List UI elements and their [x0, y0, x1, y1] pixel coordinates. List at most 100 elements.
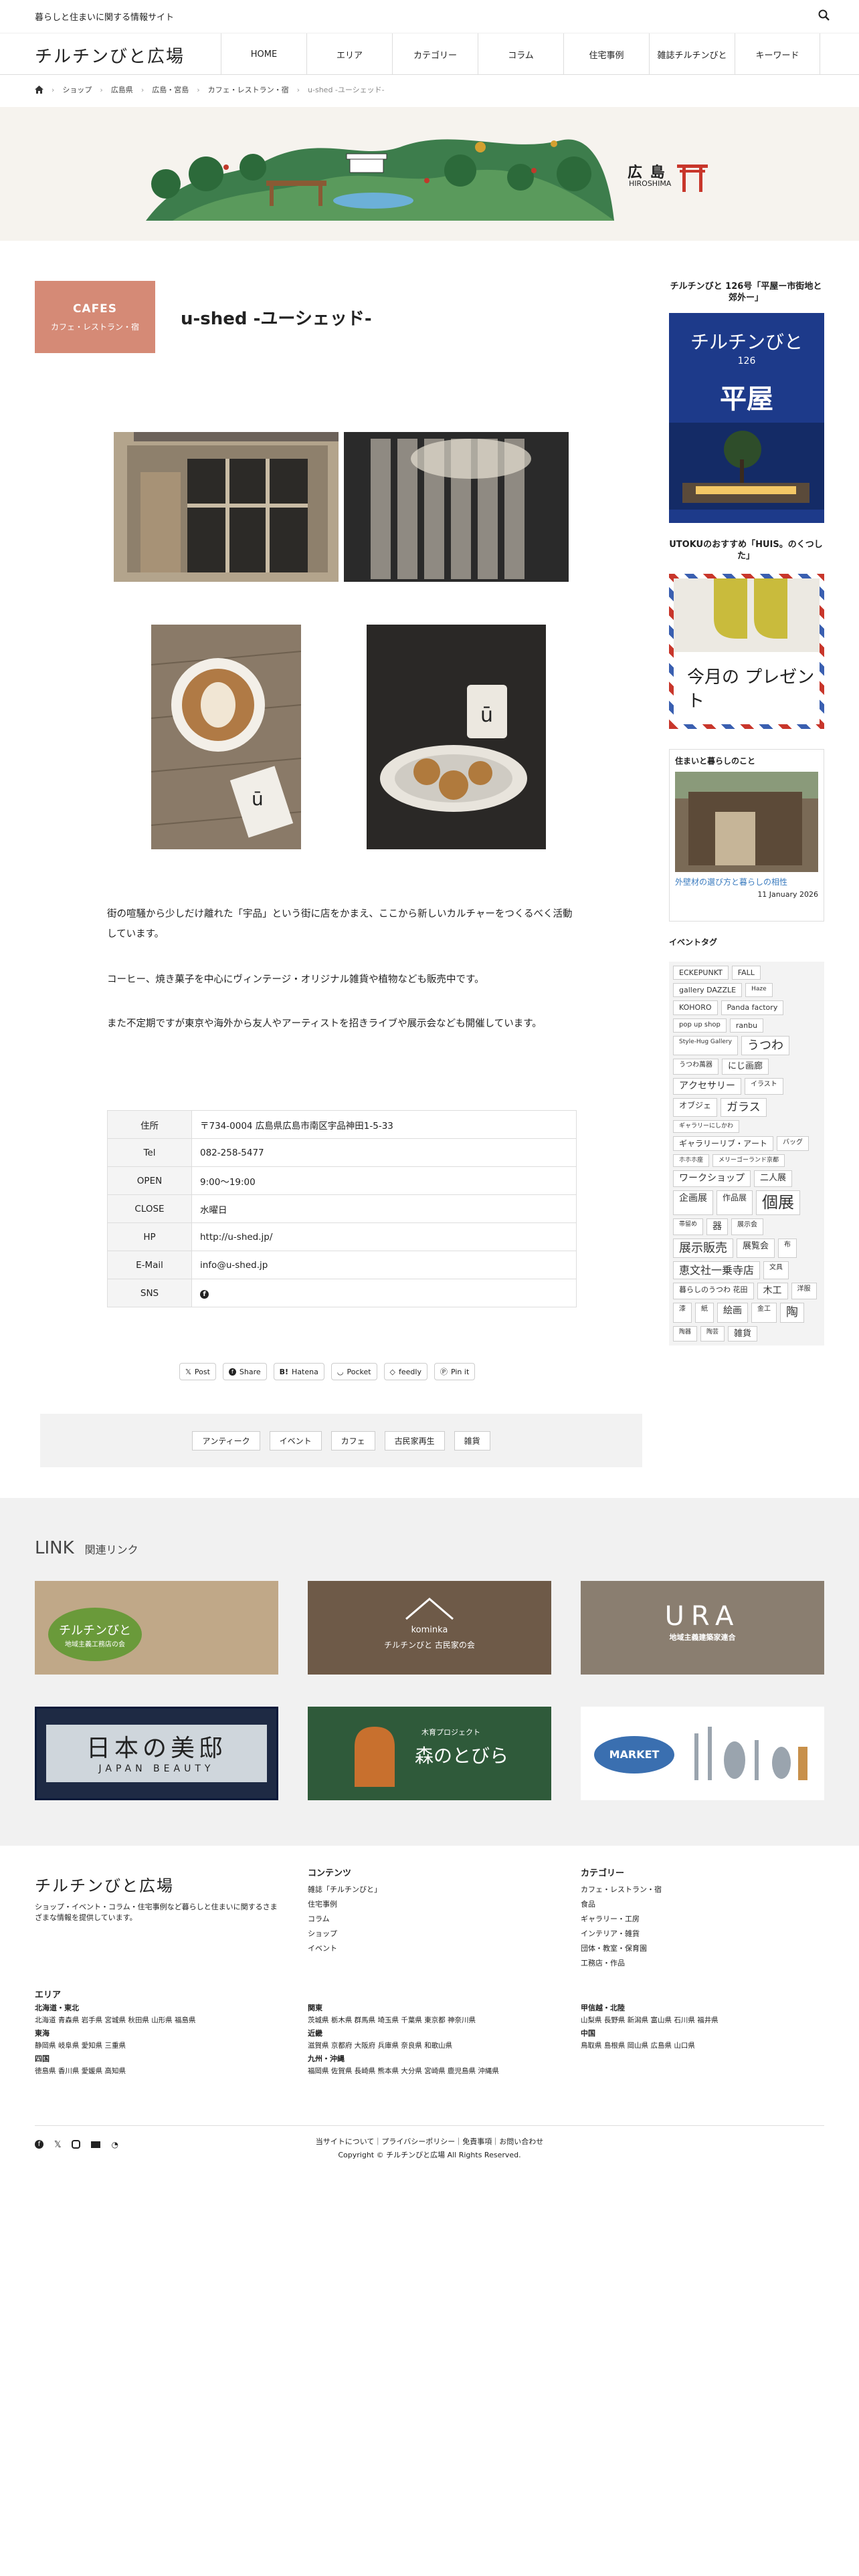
search-icon[interactable]	[818, 9, 831, 22]
event-tag-link[interactable]: 帯留め	[673, 1218, 704, 1235]
footer-link[interactable]: 雑誌「チルチンびと」	[308, 1883, 381, 1897]
event-tag-link[interactable]: 文具	[763, 1261, 789, 1280]
area-links[interactable]: 徳島県 香川県 愛媛県 高知県	[35, 2064, 282, 2078]
event-tag-link[interactable]: Haze	[745, 983, 773, 998]
share-hatena-button[interactable]: B! Hatena	[273, 1363, 324, 1380]
present-banner[interactable]: 今月の プレゼント	[669, 574, 824, 729]
breadcrumb-city[interactable]: 広島・宮島	[152, 84, 189, 95]
footer-link[interactable]: コラム	[308, 1912, 381, 1927]
area-links[interactable]: 山梨県 長野県 新潟県 富山県 石川県 福井県	[581, 2013, 828, 2028]
sidebar-article-link[interactable]: 外壁材の選び方と暮らしの相性	[670, 872, 824, 887]
event-tag-link[interactable]: オブジェ	[673, 1097, 718, 1117]
area-links[interactable]: 静岡県 岐阜県 愛知県 三重県	[35, 2038, 282, 2053]
link-banner-kominka[interactable]: kominka チルチンびと 古民家の会	[308, 1581, 551, 1675]
event-tag-link[interactable]: 陶芸	[700, 1325, 725, 1342]
nav-column[interactable]: コラム	[478, 33, 563, 75]
event-tag-link[interactable]: gallery DAZZLE	[673, 983, 743, 998]
share-pinterest-button[interactable]: Ⓟ Pin it	[434, 1363, 476, 1380]
event-tag-link[interactable]: ギャラリーリブ・アート	[673, 1136, 774, 1152]
nav-keyword[interactable]: キーワード	[735, 33, 820, 75]
event-tag-link[interactable]: 洋服	[791, 1283, 817, 1300]
tag-link[interactable]: アンティーク	[192, 1430, 260, 1451]
event-tag-link[interactable]: うつわ	[741, 1035, 789, 1056]
event-tag-link[interactable]: ワークショップ	[673, 1170, 751, 1187]
footer-link[interactable]: 工務店・作品	[581, 1956, 662, 1971]
nav-magazine[interactable]: 雑誌チルチンびと	[649, 33, 735, 75]
category-card[interactable]: CAFES カフェ・レストラン・宿	[35, 281, 155, 353]
link-banner-ura[interactable]: URA 地域主義建築家連合	[581, 1581, 824, 1675]
event-tag-link[interactable]: 企画展	[673, 1190, 713, 1215]
link-banner-chiltin[interactable]: チルチンびと 地域主義工務店の会	[35, 1581, 278, 1675]
footer-link[interactable]: ショップ	[308, 1927, 381, 1941]
event-tag-link[interactable]: うつわ萬器	[673, 1059, 719, 1075]
magazine-cover[interactable]: チルチンびと 126 平屋	[669, 313, 824, 523]
nav-category[interactable]: カテゴリー	[392, 33, 478, 75]
home-icon[interactable]	[35, 86, 43, 94]
breadcrumb-pref[interactable]: 広島県	[111, 84, 133, 95]
event-tag-link[interactable]: バッグ	[777, 1136, 809, 1152]
event-tag-link[interactable]: KOHORO	[673, 1000, 718, 1015]
event-tag-link[interactable]: ホホホ座	[673, 1154, 710, 1168]
footer-link[interactable]: インテリア・雑貨	[581, 1927, 662, 1941]
footer-logo[interactable]: チルチンびと広場	[35, 1872, 174, 1896]
info-value-tel[interactable]: 082-258-5477	[191, 1138, 577, 1167]
nav-area[interactable]: エリア	[306, 33, 392, 75]
event-tag-link[interactable]: 雑貨	[728, 1325, 758, 1342]
area-links[interactable]: 鳥取県 島根県 岡山県 広島県 山口県	[581, 2038, 828, 2053]
article-thumbnail[interactable]	[675, 772, 818, 872]
event-tag-link[interactable]: 作品展	[717, 1190, 753, 1215]
area-links[interactable]: 北海道 青森県 岩手県 宮城県 秋田県 山形県 福島県	[35, 2013, 282, 2028]
event-tag-link[interactable]: イラスト	[745, 1077, 783, 1095]
event-tag-link[interactable]: ガラス	[721, 1097, 767, 1117]
event-tag-link[interactable]: 金工	[751, 1303, 777, 1323]
event-tag-link[interactable]: 漆	[673, 1303, 692, 1323]
link-banner-mori[interactable]: 木育プロジェクト 森のとびら	[308, 1707, 551, 1800]
share-x-button[interactable]: 𝕏 Post	[179, 1363, 216, 1380]
footer-link[interactable]: 食品	[581, 1897, 662, 1912]
tag-link[interactable]: カフェ	[330, 1430, 375, 1451]
tag-link[interactable]: 古民家再生	[384, 1430, 445, 1451]
event-tag-link[interactable]: メリーゴーランド京都	[712, 1154, 785, 1168]
event-tag-link[interactable]: 絵画	[717, 1303, 748, 1323]
info-value-hp[interactable]: http://u-shed.jp/	[191, 1222, 577, 1251]
event-tag-link[interactable]: 展覧会	[737, 1238, 775, 1259]
event-tag-link[interactable]: 展示会	[731, 1218, 764, 1235]
tag-link[interactable]: イベント	[269, 1430, 322, 1451]
share-pocket-button[interactable]: ◡ Pocket	[330, 1363, 377, 1380]
event-tag-link[interactable]: 個展	[756, 1190, 801, 1215]
event-tag-link[interactable]: Panda factory	[721, 1000, 784, 1015]
area-links[interactable]: 滋賀県 京都府 大阪府 兵庫県 奈良県 和歌山県	[308, 2038, 555, 2053]
event-tag-link[interactable]: 陶器	[673, 1325, 698, 1342]
footer-bottom-links[interactable]: 当サイトについて｜プライバシーポリシー｜免責事項｜お問い合わせ	[0, 2136, 859, 2147]
event-tag-link[interactable]: 布	[778, 1238, 797, 1259]
event-tag-link[interactable]: 紙	[695, 1303, 714, 1323]
footer-link[interactable]: イベント	[308, 1941, 381, 1956]
event-tag-link[interactable]: 恵文社一乗寺店	[673, 1261, 761, 1280]
link-banner-bitei[interactable]: 日本の美邸 JAPAN BEAUTY	[35, 1707, 278, 1800]
site-logo[interactable]: チルチンびと広場	[35, 43, 185, 68]
event-tag-link[interactable]: pop up shop	[673, 1018, 727, 1033]
footer-link[interactable]: ギャラリー・工房	[581, 1912, 662, 1927]
event-tag-link[interactable]: アクセサリー	[673, 1077, 741, 1095]
event-tag-link[interactable]: Style-Hug Gallery	[673, 1035, 738, 1056]
share-facebook-button[interactable]: f Share	[222, 1363, 267, 1380]
facebook-icon[interactable]: f	[200, 1289, 209, 1299]
footer-link[interactable]: カフェ・レストラン・宿	[581, 1883, 662, 1897]
area-links[interactable]: 茨城県 栃木県 群馬県 埼玉県 千葉県 東京都 神奈川県	[308, 2013, 555, 2028]
link-banner-market[interactable]: MARKET	[581, 1707, 824, 1800]
tag-link[interactable]: 雑貨	[454, 1430, 490, 1451]
footer-link[interactable]: 住宅事例	[308, 1897, 381, 1912]
breadcrumb-shop[interactable]: ショップ	[62, 84, 92, 95]
event-tag-link[interactable]: 器	[706, 1218, 729, 1235]
info-value-email[interactable]: info@u-shed.jp	[191, 1251, 577, 1279]
event-tag-link[interactable]: FALL	[731, 966, 761, 980]
event-tag-link[interactable]: ECKEPUNKT	[673, 966, 729, 980]
area-links[interactable]: 福岡県 佐賀県 長崎県 熊本県 大分県 宮崎県 鹿児島県 沖縄県	[308, 2064, 555, 2078]
event-tag-link[interactable]: ギャラリーにしかわ	[673, 1120, 740, 1133]
event-tag-link[interactable]: 木工	[757, 1283, 788, 1300]
event-tag-link[interactable]: 陶	[780, 1303, 804, 1323]
event-tag-link[interactable]: ranbu	[729, 1018, 764, 1033]
event-tag-link[interactable]: にじ画廊	[722, 1059, 769, 1075]
event-tag-link[interactable]: 二人展	[754, 1170, 793, 1187]
footer-link[interactable]: 団体・教室・保育園	[581, 1941, 662, 1956]
